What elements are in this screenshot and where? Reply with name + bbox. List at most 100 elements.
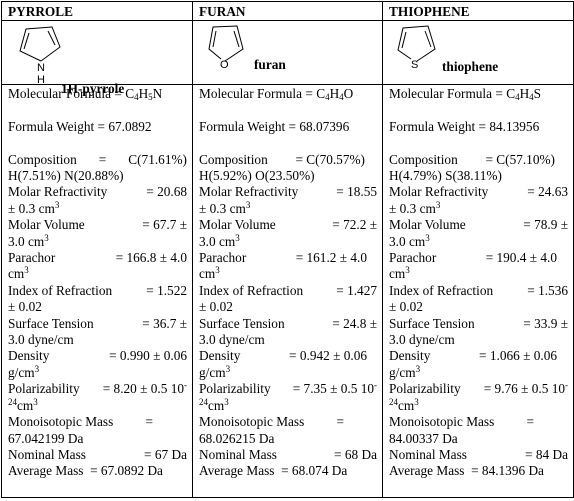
polarizability-value: = 7.35 ± 0.5 10- [293, 381, 377, 397]
molecular-formula: Molecular Formula = C4H4O [199, 86, 377, 102]
structure-name-furan: furan [254, 57, 286, 72]
minus-sign: - [374, 380, 377, 391]
formula-weight: Formula Weight = 84.13956 [389, 118, 540, 134]
unit-exponent: 3 [33, 396, 38, 407]
unit-text: g/cm [199, 364, 226, 380]
unit-exponent: 3 [225, 363, 231, 374]
density-value: = 0.942 ± 0.06 [289, 348, 367, 364]
index-of-refraction: Index of Refraction = 1.522 [8, 283, 187, 299]
oxygen-atom-label: O [220, 59, 229, 71]
formula-element: N [152, 86, 163, 101]
unit-text: cm [17, 397, 34, 413]
monoisotopic-label: Monoisotopic Mass [389, 414, 495, 430]
surface-tension-unit: 3.0 dyne/cm [389, 332, 455, 348]
molar-volume: Molar Volume = 78.9 ± [389, 217, 568, 233]
unit-text: cm [398, 397, 415, 413]
exponent: 24 [389, 396, 398, 407]
monoisotopic-eq: = [336, 414, 345, 430]
molar-volume-unit: 3.0 cm3 [389, 233, 568, 250]
unit-text: 3.0 cm [389, 233, 426, 249]
structure-name-pyrrole: 1H-pyrrole [61, 81, 125, 96]
monoisotopic-label: Monoisotopic Mass [199, 414, 305, 430]
pyrrole-structure-icon: N H [19, 26, 61, 85]
furan-structure-icon: O [208, 25, 244, 71]
formula-label: Molecular Formula = [199, 86, 317, 101]
surface-tension-unit: 3.0 dyne/cm [8, 332, 74, 348]
molar-refractivity-unit: ± 0.3 cm3 [389, 199, 568, 217]
polarizability-unit: 24cm3 [389, 396, 568, 414]
unit-text: cm [8, 266, 25, 282]
unit-exponent: 3 [235, 232, 240, 243]
nominal-mass: Nominal Mass = 68 Da [199, 447, 377, 463]
density-unit: g/cm3 [199, 363, 377, 381]
parachor-label: Parachor [389, 250, 437, 266]
monoisotopic-mass: Monoisotopic Mass = [199, 414, 344, 430]
nominal-label: Nominal Mass [8, 446, 86, 462]
parachor-value: = 161.2 ± 4.0 [295, 250, 367, 266]
parachor-value: = 166.8 ± 4.0 [115, 250, 187, 266]
parachor-unit: cm3 [199, 266, 377, 282]
molar-volume-value: = 67.7 ± [142, 217, 187, 233]
structure-cell-pyrrole: N H 1H-pyrrole [1, 20, 193, 96]
monoisotopic-value: 67.042199 Da [8, 430, 84, 446]
formula-weight: Formula Weight = 67.0892 [8, 118, 152, 134]
polarizability: Polarizability = 8.20 ± 0.5 10- [8, 381, 187, 397]
refraction-label: Index of Refraction [199, 282, 304, 298]
molar-refractivity-label: Molar Refractivity [389, 184, 489, 200]
unit-text: g/cm [8, 364, 35, 380]
minus-sign: - [184, 380, 187, 391]
surface-tension-label: Surface Tension [389, 315, 475, 331]
surface-tension-label: Surface Tension [199, 315, 285, 331]
density-value: = 1.066 ± 0.06 [479, 348, 557, 364]
density-unit: g/cm3 [389, 364, 568, 381]
refraction-value: = 1.536 [527, 282, 568, 298]
nominal-value: = 67 Da [144, 446, 187, 462]
composition-rest: H(4.79%) S(38.11%) [389, 168, 502, 183]
formula-weight: Formula Weight = 68.07396 [199, 118, 350, 134]
polarizability-unit: 24cm3 [8, 396, 187, 414]
structure-name-thiophene: thiophene [442, 59, 499, 74]
parachor-value: = 190.4 ± 4.0 [485, 250, 557, 266]
surface-tension-unit: 3.0 dyne/cm [199, 332, 265, 348]
composition: Composition = C(70.57%) [199, 152, 365, 168]
parachor-unit: cm3 [389, 266, 568, 282]
unit-text: 3.0 cm [199, 233, 236, 249]
formula-element: H [138, 86, 149, 101]
unit-exponent: 3 [24, 265, 29, 276]
composition-rest: H(7.51%) N(20.88%) [8, 168, 124, 183]
heterocycle-comparison-table: PYRROLE FURAN THIOPHENE N H 1H-pyrrole O… [1, 1, 574, 498]
composition-label: Composition [8, 151, 77, 167]
hydrogen-atom-label: H [37, 74, 45, 85]
parachor: Parachor = 166.8 ± 4.0 [8, 250, 187, 266]
average-mass: Average Mass = 67.0892 Da [8, 463, 163, 479]
molar-volume-label: Molar Volume [389, 217, 466, 233]
refraction-value: = 1.427 [336, 282, 377, 298]
composition-eq: = [485, 151, 493, 167]
composition: Composition = C(71.61%) [8, 152, 187, 168]
polarizability-value: = 8.20 ± 0.5 10- [103, 381, 187, 397]
composition-label: Composition [199, 151, 268, 167]
unit-exponent: 3 [414, 396, 419, 407]
exponent: 24 [8, 396, 17, 407]
molar-refractivity: Molar Refractivity = 18.55 [199, 184, 377, 200]
exponent: 24 [199, 396, 208, 407]
molar-volume-value: = 78.9 ± [523, 217, 568, 233]
properties-cell-furan: Molecular Formula = C4H4O Formula Weight… [192, 84, 383, 498]
unit-exponent: 3 [435, 199, 441, 210]
refraction-label: Index of Refraction [8, 282, 113, 298]
average-mass: Average Mass = 68.074 Da [199, 463, 348, 479]
density: Density = 0.990 ± 0.06 [8, 348, 187, 364]
unit-exponent: 3 [224, 396, 229, 407]
composition-carbon: C(57.10%) [496, 151, 555, 167]
index-of-refraction: Index of Refraction = 1.427 [199, 283, 377, 299]
header-thiophene: THIOPHENE [382, 1, 574, 21]
polarizability-unit: 24cm3 [199, 396, 377, 414]
composition-eq: = [98, 151, 107, 167]
density-value: = 0.990 ± 0.06 [109, 348, 187, 364]
parachor: Parachor = 190.4 ± 4.0 [389, 250, 557, 266]
monoisotopic-value: 84.00337 Da [389, 430, 458, 446]
surface-tension-value: = 24.8 ± [332, 315, 377, 331]
molar-refractivity: Molar Refractivity = 24.63 [389, 184, 568, 200]
density-label: Density [8, 348, 50, 364]
molar-refractivity-value: = 20.68 [146, 184, 187, 200]
